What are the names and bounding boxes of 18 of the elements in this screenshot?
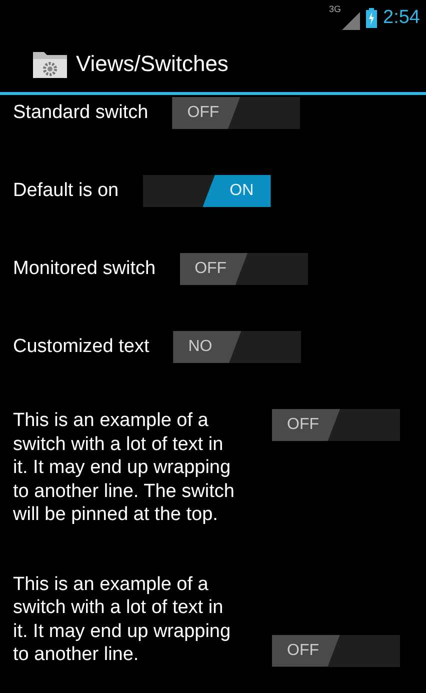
toggle-switch[interactable]: OFF: [172, 97, 300, 129]
toggle-switch[interactable]: OFF: [180, 253, 308, 285]
folder-gear-icon: [32, 49, 68, 79]
switch-label: This is an example of a switch with a lot of text in it. It may end up wrapping to another line.: [13, 572, 232, 666]
switch-label: Customized text: [13, 335, 150, 359]
switch-label: Default is on: [13, 179, 119, 203]
switch-label: Monitored switch: [13, 257, 156, 281]
switch-label: This is an example of a switch with a lot of text in it. It may end up wrapping to another line. The switch will be pinned at the top.: [13, 409, 236, 526]
signal-icon: [342, 12, 360, 30]
toggle-switch[interactable]: OFF: [272, 409, 400, 441]
toggle-switch[interactable]: ON: [142, 175, 271, 207]
battery-icon: [366, 8, 378, 28]
toggle-switch[interactable]: OFF: [272, 634, 400, 666]
switch-label: Standard switch: [13, 101, 148, 125]
network-type: 3G: [329, 4, 342, 14]
clock: 2:54: [383, 7, 420, 29]
toggle-switch[interactable]: NO: [173, 331, 302, 363]
screen-title: Views/Switches: [76, 51, 228, 77]
